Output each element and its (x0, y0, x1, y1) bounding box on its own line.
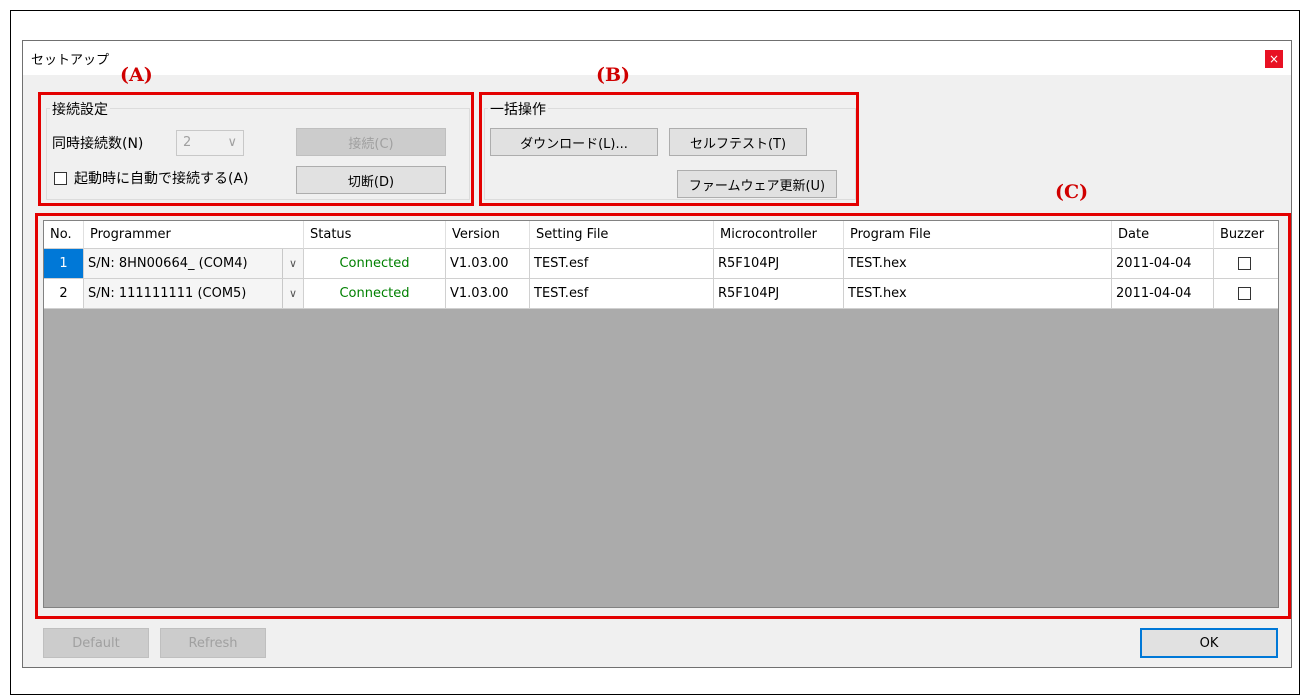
dialog-title: セットアップ (31, 53, 110, 68)
refresh-button[interactable]: Refresh (160, 628, 266, 658)
highlight-box-b (479, 92, 859, 206)
close-icon[interactable]: × (1265, 50, 1283, 68)
callout-a: (A) (120, 64, 153, 86)
ok-button[interactable]: OK (1140, 628, 1278, 658)
highlight-box-a (38, 92, 474, 206)
highlight-box-c (35, 213, 1291, 619)
callout-c: (C) (1055, 181, 1089, 203)
default-button[interactable]: Default (43, 628, 149, 658)
callout-b: (B) (596, 64, 631, 86)
title-bar: セットアップ × (23, 41, 1291, 75)
